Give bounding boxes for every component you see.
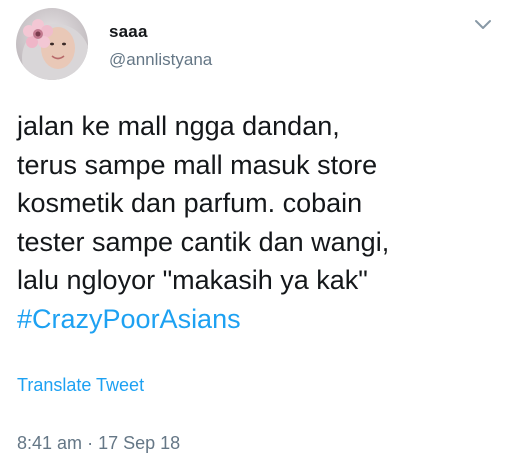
tweet-line: kosmetik dan parfum. cobain: [17, 188, 363, 218]
tweet-line: tester sampe cantik dan wangi,: [17, 226, 390, 257]
user-handle[interactable]: @annlistyana: [109, 50, 212, 70]
hashtag-link[interactable]: #CrazyPoorAsians: [17, 300, 497, 339]
tweet-line: terus sampe mall masuk store: [17, 149, 378, 180]
meta-separator: ·: [87, 433, 94, 453]
tweet-date[interactable]: 17 Sep 18: [98, 433, 180, 453]
avatar-photo-icon: [16, 8, 88, 80]
chevron-down-icon[interactable]: [474, 18, 492, 32]
display-name[interactable]: saaa: [109, 22, 148, 42]
tweet-line: jalan ke mall ngga dandan,: [17, 111, 340, 141]
tweet-time[interactable]: 8:41 am: [17, 433, 82, 453]
avatar[interactable]: [16, 8, 88, 80]
tweet-text: jalan ke mall ngga dandan, terus sampe m…: [17, 107, 497, 338]
tweet-line: lalu ngloyor "makasih ya kak": [17, 265, 368, 295]
tweet-timestamp: 8:41 am · 17 Sep 18: [17, 433, 180, 454]
tweet-card: saaa @annlistyana jalan ke mall ngga dan…: [0, 0, 507, 473]
translate-tweet-link[interactable]: Translate Tweet: [17, 375, 144, 396]
